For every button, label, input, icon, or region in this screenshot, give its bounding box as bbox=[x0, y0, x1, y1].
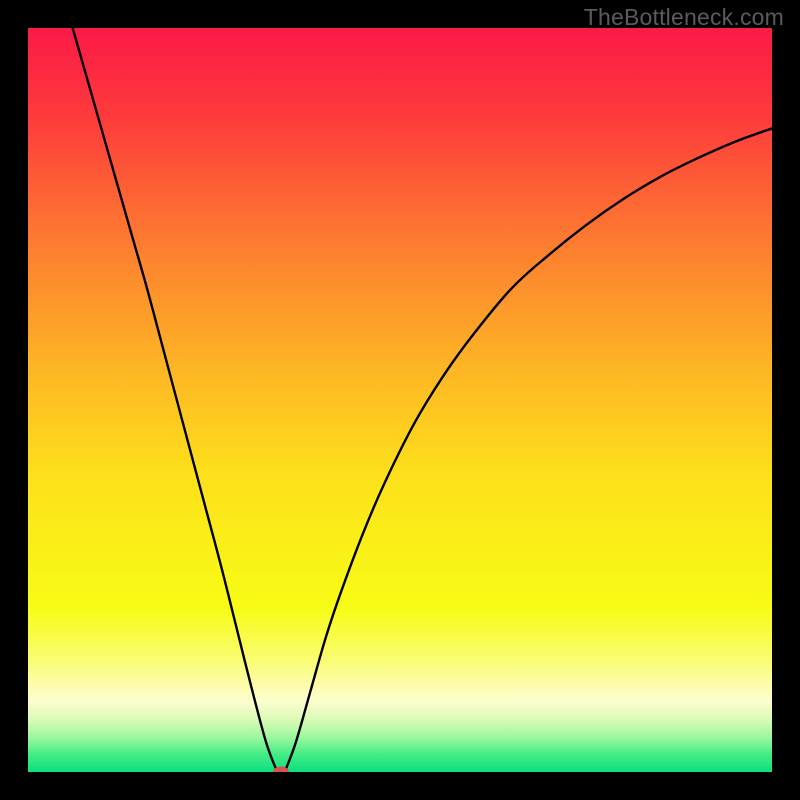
plot-area bbox=[28, 28, 772, 772]
watermark-text: TheBottleneck.com bbox=[584, 4, 784, 31]
chart-frame: TheBottleneck.com bbox=[0, 0, 800, 800]
gradient-background bbox=[28, 28, 772, 772]
chart-svg bbox=[28, 28, 772, 772]
